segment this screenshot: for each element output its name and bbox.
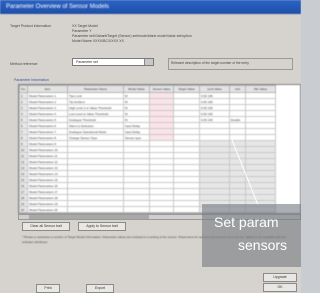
ok-button[interactable]: OK (263, 283, 297, 292)
target-info-panel: Target Product information XX Target Mod… (10, 24, 290, 54)
target-info-value: Parameter Y (72, 29, 92, 33)
target-info-value: Model Name XXXX/BC/XXXX XX (72, 39, 124, 43)
print-button[interactable]: Print (36, 284, 60, 293)
target-info-label: Target Product information (10, 24, 52, 28)
target-info-value: XX Target Model (72, 24, 98, 28)
method-selected-value: Parameter set (76, 60, 98, 64)
caption-line-1: Set param (214, 214, 279, 230)
column-header[interactable]: Sensor Value (149, 85, 174, 93)
column-header[interactable]: Parameter Name (67, 85, 124, 93)
upgrade-button[interactable]: Upgrade (263, 273, 297, 282)
column-header[interactable]: Target Value (173, 85, 200, 93)
method-label: Method reference (10, 62, 38, 66)
column-header[interactable]: Limit Value (199, 85, 230, 93)
caption-overlay: Set param sensors (202, 204, 301, 267)
window-title: Parameter Overview of Sensor Models (0, 0, 301, 14)
caption-line-2: sensors (238, 237, 288, 253)
column-header[interactable]: Model Value (123, 85, 150, 93)
target-info-value: Parameter set/Gabarit/Target (Sensor) se… (72, 34, 192, 38)
column-header[interactable]: No. (19, 85, 28, 93)
method-description: Relevant description of the target numbe… (168, 58, 293, 70)
section-label: Parameter Information (14, 78, 49, 82)
column-header[interactable]: Min Value (245, 85, 276, 93)
column-header[interactable]: Item (27, 85, 68, 93)
app-window: Parameter Overview of Sensor Models Targ… (0, 0, 301, 293)
export-button[interactable]: Export (86, 284, 114, 293)
chevron-down-icon[interactable] (144, 59, 153, 65)
column-header[interactable]: Unit (229, 85, 246, 93)
method-dropdown[interactable]: Parameter set (72, 58, 154, 66)
parameter-table[interactable]: No. Item Parameter Name Model Value Sensor V… (18, 84, 301, 214)
apply-sensor-button[interactable]: Apply to Sensor trait (78, 222, 126, 231)
scrollbar-thumb[interactable] (29, 215, 149, 219)
clear-sensor-button[interactable]: Clear all Sensor trait (22, 222, 70, 231)
